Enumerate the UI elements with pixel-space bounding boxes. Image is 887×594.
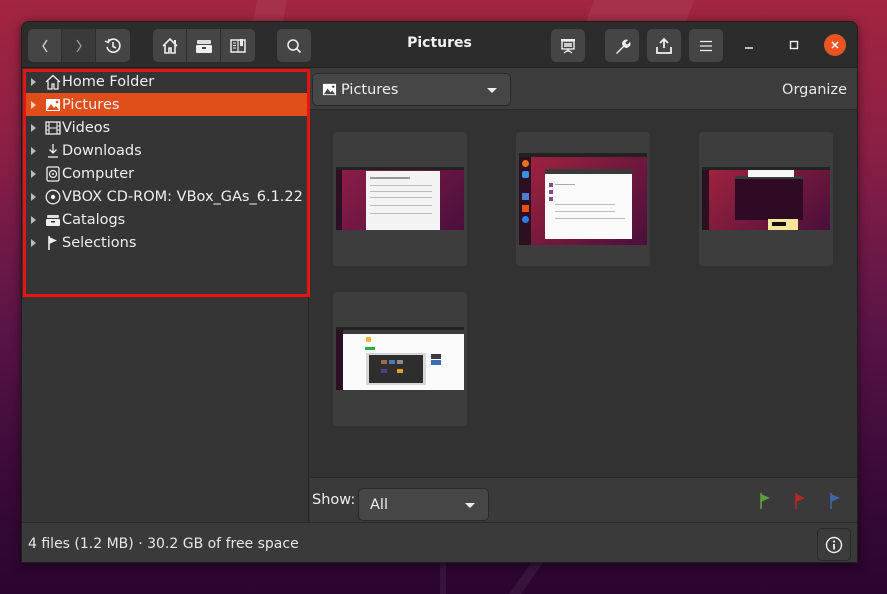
- expand-arrow-icon[interactable]: [31, 238, 36, 247]
- maximize-button[interactable]: [783, 34, 805, 56]
- presentation-icon: [561, 38, 575, 53]
- expand-arrow-icon[interactable]: [31, 77, 36, 86]
- sidebar-item-vbox-cdrom[interactable]: VBOX CD-ROM: VBox_GAs_6.1.22: [26, 185, 307, 208]
- expand-arrow-icon[interactable]: [31, 100, 36, 109]
- flag-icon: [48, 235, 57, 250]
- harddisk-icon: [46, 165, 60, 182]
- film-icon: [45, 120, 61, 135]
- sidebar-item-label: Selections: [62, 234, 137, 251]
- sidebar-item-label: Videos: [62, 119, 111, 136]
- disc-icon: [45, 189, 61, 204]
- wallpaper-streak: [509, 563, 543, 594]
- blue-flag-icon[interactable]: [828, 492, 844, 510]
- slideshow-button[interactable]: [551, 29, 585, 62]
- tools-button[interactable]: [605, 29, 639, 62]
- minimize-icon: [745, 47, 753, 49]
- info-button[interactable]: [817, 528, 851, 561]
- thumbnail-image: [519, 153, 647, 245]
- download-icon: [48, 143, 58, 158]
- expand-arrow-icon[interactable]: [31, 192, 36, 201]
- image-icon: [46, 98, 60, 111]
- chevron-down-icon: [465, 502, 475, 508]
- sidebar-item-downloads[interactable]: Downloads: [26, 139, 307, 162]
- chevron-down-icon: [487, 87, 497, 93]
- close-button[interactable]: [824, 34, 846, 56]
- sidebar: Home Folder Pictures Videos Downloads Co: [22, 68, 310, 522]
- status-bar: 4 files (1.2 MB) · 30.2 GB of free space: [22, 522, 857, 562]
- thumbnail-item[interactable]: [699, 132, 833, 266]
- sidebar-item-videos[interactable]: Videos: [26, 116, 307, 139]
- maximize-icon: [789, 40, 799, 50]
- folder-tree: Home Folder Pictures Videos Downloads Co: [26, 70, 307, 254]
- green-flag-icon[interactable]: [758, 492, 774, 510]
- filter-bar: Show: All: [310, 478, 857, 522]
- location-dropdown[interactable]: Pictures: [312, 73, 511, 106]
- thumbnail-grid: [310, 110, 857, 478]
- info-icon: [825, 536, 843, 553]
- thumbnail-image: [702, 167, 830, 230]
- wrench-icon: [616, 39, 631, 54]
- browser-pane: Pictures Organize Show: All: [310, 68, 857, 522]
- sidebar-item-catalogs[interactable]: Catalogs: [26, 208, 307, 231]
- home-icon: [45, 74, 61, 90]
- show-filter-value: All: [370, 496, 388, 513]
- sidebar-item-home-folder[interactable]: Home Folder: [26, 70, 307, 93]
- expand-arrow-icon[interactable]: [31, 123, 36, 132]
- thumbnail-image: [336, 327, 464, 390]
- share-upload-icon: [656, 37, 672, 54]
- export-button[interactable]: [647, 29, 681, 62]
- close-icon: [831, 41, 839, 49]
- location-value: Pictures: [341, 81, 399, 98]
- thumbnail-image: [336, 167, 464, 230]
- red-flag-icon[interactable]: [793, 492, 809, 510]
- show-filter-dropdown[interactable]: All: [358, 488, 489, 521]
- location-bar: Pictures Organize: [310, 68, 857, 110]
- status-text: 4 files (1.2 MB) · 30.2 GB of free space: [28, 536, 299, 552]
- wallpaper-streak: [253, 0, 287, 22]
- wallpaper-streak: [585, 0, 695, 22]
- thumbnail-item[interactable]: [333, 132, 467, 266]
- sidebar-item-label: Pictures: [62, 96, 120, 113]
- sidebar-item-selections[interactable]: Selections: [26, 231, 307, 254]
- window-title: Pictures: [407, 35, 472, 51]
- expand-arrow-icon[interactable]: [31, 169, 36, 178]
- organize-button[interactable]: Organize: [782, 82, 847, 98]
- expand-arrow-icon[interactable]: [31, 215, 36, 224]
- sidebar-item-label: Downloads: [62, 142, 142, 159]
- expand-arrow-icon[interactable]: [31, 146, 36, 155]
- sidebar-item-label: Computer: [62, 165, 135, 182]
- thumbnail-item[interactable]: [516, 132, 650, 266]
- show-filter-label: Show:: [312, 492, 356, 508]
- sidebar-item-computer[interactable]: Computer: [26, 162, 307, 185]
- wallpaper-streak: [440, 563, 446, 594]
- main-menu-button[interactable]: [689, 29, 723, 62]
- sidebar-item-label: Catalogs: [62, 211, 126, 228]
- sidebar-item-pictures[interactable]: Pictures: [26, 93, 307, 116]
- app-window: Pictures Home Folder Pictures Videos Dow…: [21, 21, 858, 563]
- minimize-button[interactable]: [738, 34, 760, 56]
- thumbnail-item[interactable]: [333, 292, 467, 426]
- hamburger-menu-icon: [700, 40, 712, 51]
- sidebar-item-label: Home Folder: [62, 73, 155, 90]
- header-bar: Pictures: [22, 22, 857, 68]
- drawer-icon: [46, 214, 60, 226]
- image-icon: [322, 83, 337, 96]
- sidebar-item-label: VBOX CD-ROM: VBox_GAs_6.1.22: [62, 188, 303, 205]
